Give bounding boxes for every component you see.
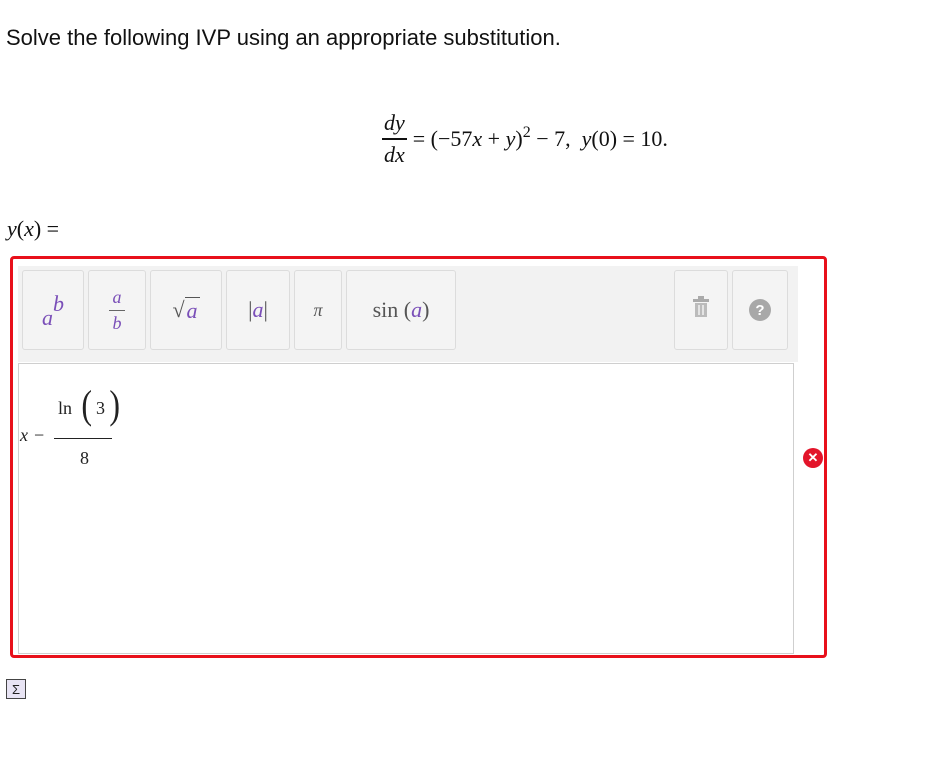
trash-icon — [691, 296, 711, 324]
fraction-button-bar — [109, 309, 125, 311]
answer-ln-arg: 3 — [96, 398, 105, 418]
answer-x: x — [20, 425, 28, 445]
abs-right: | — [263, 297, 268, 322]
answer-fraction-bar — [54, 438, 112, 439]
sin-close: ) — [422, 297, 430, 322]
fraction-denominator: b — [112, 312, 122, 333]
pi-button[interactable]: π — [294, 270, 342, 350]
answer-label-y: y — [7, 216, 17, 241]
fraction-button[interactable]: a b — [88, 270, 146, 350]
equation-exponent: 2 — [522, 124, 531, 141]
power-base: a — [42, 305, 53, 330]
initial-condition: (0) = 10. — [591, 126, 668, 151]
math-editor[interactable] — [18, 363, 794, 654]
sqrt-arg: a — [184, 296, 200, 323]
sin-arg: a — [411, 297, 423, 322]
answer-denominator: 8 — [80, 448, 89, 468]
sigma-icon[interactable]: Σ — [6, 679, 26, 699]
trash-button[interactable] — [674, 270, 728, 350]
help-icon: ? — [749, 299, 771, 321]
derivative-fraction: dy dx — [382, 110, 407, 168]
ivp-equation: dy dx = (−57 x + y) 2 − 7, y (0) = 10. — [382, 108, 668, 170]
answer-label: y(x) = — [7, 216, 59, 242]
derivative-numerator: dy — [384, 110, 405, 136]
equation-plus: + — [482, 126, 506, 151]
initial-condition-y: y — [581, 126, 592, 151]
pi-symbol: π — [313, 299, 323, 320]
power-button[interactable]: ab — [22, 270, 84, 350]
sin-open: ( — [398, 297, 412, 322]
equation-close-paren: ) — [515, 126, 523, 151]
power-exponent: b — [53, 291, 64, 316]
answer-label-x: x — [24, 216, 34, 241]
equation-rhs-open: = (−57 — [412, 126, 473, 151]
equation-var-y: y — [505, 126, 516, 151]
sin-button[interactable]: sin (a) — [346, 270, 456, 350]
sqrt-button[interactable]: √ a — [150, 270, 222, 350]
error-icon: ✕ — [803, 448, 823, 468]
fraction-numerator: a — [112, 286, 122, 307]
answer-ln: ln — [58, 398, 73, 418]
equation-tail: − 7, — [530, 126, 582, 151]
answer-label-open: ( — [16, 216, 25, 241]
answer-label-close: ) = — [33, 216, 60, 241]
answer-minus: − — [34, 425, 45, 445]
abs-arg: a — [252, 297, 264, 322]
answer-left-paren: ( — [81, 382, 92, 427]
question-text: Solve the following IVP using an appropr… — [6, 25, 561, 50]
equation-var-x: x — [472, 126, 483, 151]
help-button[interactable]: ? — [732, 270, 788, 350]
sqrt-symbol: √ — [172, 297, 185, 322]
sin-label: sin — [372, 297, 399, 322]
abs-button[interactable]: | a | — [226, 270, 290, 350]
derivative-denominator: dx — [384, 141, 405, 167]
answer-right-paren: ) — [109, 382, 120, 427]
